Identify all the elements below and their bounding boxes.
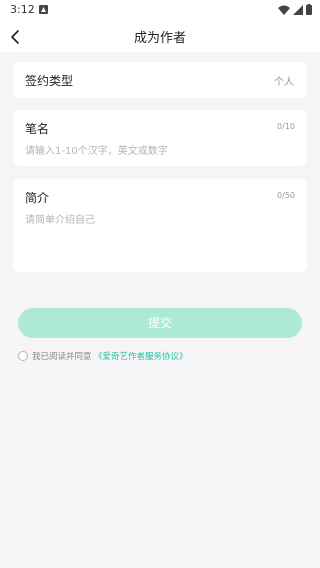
submit-button[interactable]: 提交 — [18, 308, 302, 338]
pen-name-input[interactable]: 请输入1-10个汉字，英文或数字 — [25, 142, 168, 157]
battery-icon — [306, 4, 312, 15]
contract-type-row[interactable]: 签约类型 个人 — [13, 62, 307, 98]
agreement-checkbox[interactable] — [18, 351, 28, 361]
contract-type-value[interactable]: 个人 — [274, 73, 294, 88]
page-title: 成为作者 — [133, 31, 186, 46]
top-nav-bar: 成为作者 — [0, 22, 320, 52]
pen-name-label: 笔名 — [25, 122, 50, 136]
wifi-icon — [278, 5, 290, 15]
signal-icon — [293, 5, 303, 15]
agreement-link[interactable]: 《爱奇艺作者服务协议》 — [94, 350, 188, 362]
status-time: 3:12 — [10, 3, 35, 16]
notification-icon — [39, 5, 48, 14]
status-bar: 3:12 — [0, 0, 320, 22]
intro-textarea[interactable]: 请简单介绍自己 — [25, 211, 95, 226]
intro-label: 简介 — [25, 191, 50, 205]
pen-name-counter: 0/10 — [277, 122, 295, 131]
agreement-prefix: 我已阅读并同意 — [32, 352, 92, 362]
contract-type-label: 签约类型 — [25, 74, 74, 88]
pen-name-card: 笔名 0/10 请输入1-10个汉字，英文或数字 — [13, 110, 307, 166]
intro-counter: 0/50 — [277, 191, 295, 200]
intro-card: 简介 0/50 请简单介绍自己 — [13, 179, 307, 272]
